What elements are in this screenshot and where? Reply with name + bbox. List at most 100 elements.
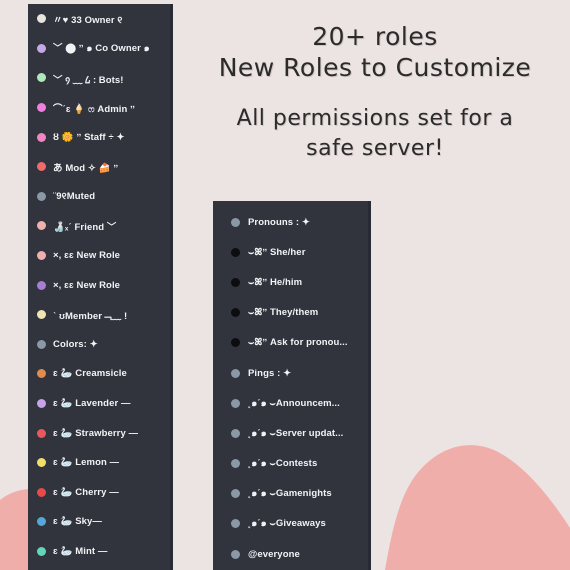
- role-color-dot-icon: [37, 310, 46, 320]
- roles-panel-right[interactable]: Pronouns : ✦ ⌣ꕤˮ She/her ⌣ꕤˮ He/him ⌣ꕤˮ The…: [213, 201, 371, 570]
- role-color-dot-icon: [231, 277, 240, 287]
- role-row[interactable]: ⌣ꕤˮ Ask for pronou...: [213, 328, 371, 358]
- role-row[interactable]: Pronouns : ✦: [213, 207, 371, 237]
- role-label: ˛๑ˊ๑ ⌣Contests: [248, 458, 318, 470]
- role-label: ɛ 🦢 Lavender —: [53, 398, 131, 410]
- role-label: ﹀ ⬤ ˮ ๑ Co Owner ๑: [53, 43, 150, 55]
- headline-line-3: All permissions set for a: [236, 106, 514, 131]
- role-color-dot-icon: [231, 428, 240, 438]
- role-color-dot-icon: [231, 217, 240, 227]
- role-row[interactable]: ﹀ ᠀ ﹏ ᠘ : Bots!: [28, 63, 173, 93]
- role-label: ˋ ʊMember﹁﹏ !: [53, 310, 128, 322]
- headline-spacer: [186, 84, 564, 104]
- wave-left: [0, 489, 28, 570]
- role-color-dot-icon: [231, 519, 240, 529]
- role-label: ¨9୧Muted: [53, 190, 96, 202]
- role-row[interactable]: ɛ 🦢 Strawberry —: [28, 418, 173, 448]
- role-color-dot-icon: [231, 549, 240, 559]
- role-color-dot-icon: [231, 338, 240, 348]
- role-label: @everyone: [248, 548, 300, 560]
- role-row[interactable]: ɛ 🦢 Creamsicle: [28, 359, 173, 389]
- role-label: ˛๑ˊ๑ ⌣Gamenights: [248, 488, 332, 500]
- role-row[interactable]: ɛ 🦢 Sky—: [28, 507, 173, 537]
- role-label: ⌒ˊɛ 🍦 ෆ Admin ˮ: [53, 103, 136, 115]
- role-row[interactable]: ⌒ˊɛ 🍦 ෆ Admin ˮ: [28, 93, 173, 123]
- role-label: ×, ɛɛ New Role: [53, 279, 121, 291]
- panel-scrollbar-right[interactable]: [368, 201, 371, 570]
- role-label: ⌣ꕤˮ They/them: [248, 307, 319, 319]
- role-label: ɛ 🦢 Creamsicle: [53, 368, 127, 380]
- role-label: ˛๑ˊ๑ ⌣Giveaways: [248, 518, 326, 530]
- role-color-dot-icon: [37, 428, 46, 438]
- role-color-dot-icon: [231, 308, 240, 318]
- roles-list-right-rows: Pronouns : ✦ ⌣ꕤˮ She/her ⌣ꕤˮ He/him ⌣ꕤˮ The…: [213, 207, 371, 569]
- headline: 20+ roles New Roles to Customize All per…: [186, 22, 564, 164]
- role-label: 🍶ₓˊ Friend ﹀: [53, 221, 117, 233]
- roles-list-left-rows: 〃♥ 33 Owner ୧ ﹀ ⬤ ˮ ๑ Co Owner ๑ ﹀ ᠀ ﹏ ᠘ :…: [28, 4, 173, 570]
- role-row[interactable]: Pings : ✦: [213, 358, 371, 388]
- role-label: ﹀ ᠀ ﹏ ᠘ : Bots!: [53, 75, 124, 87]
- role-color-dot-icon: [37, 221, 46, 231]
- panel-scrollbar-left[interactable]: [170, 4, 173, 570]
- roles-panel-left[interactable]: 〃♥ 33 Owner ୧ ﹀ ⬤ ˮ ๑ Co Owner ๑ ﹀ ᠀ ﹏ ᠘ :…: [28, 4, 173, 570]
- role-color-dot-icon: [231, 459, 240, 469]
- role-label: ×, ɛɛ New Role: [53, 250, 121, 262]
- role-row[interactable]: Colors: ✦: [28, 330, 173, 360]
- role-label: 〃♥ 33 Owner ୧: [53, 14, 123, 26]
- role-color-dot-icon: [231, 368, 240, 378]
- role-row[interactable]: ×, ɛɛ New Role: [28, 270, 173, 300]
- role-label: ɛ 🦢 Strawberry —: [53, 427, 139, 439]
- role-color-dot-icon: [37, 132, 46, 142]
- role-row[interactable]: ɛ 🦢 Lavender —: [28, 389, 173, 419]
- role-label: Colors: ✦: [53, 338, 98, 350]
- role-row[interactable]: @everyone: [213, 539, 371, 569]
- role-color-dot-icon: [37, 546, 46, 556]
- role-row[interactable]: ˛๑ˊ๑ ⌣Server updat...: [213, 418, 371, 448]
- role-color-dot-icon: [37, 280, 46, 290]
- role-label: ˛๑ˊ๑ ⌣Announcem...: [248, 397, 340, 409]
- role-color-dot-icon: [37, 339, 46, 349]
- role-row[interactable]: ⌣ꕤˮ She/her: [213, 237, 371, 267]
- role-row[interactable]: ˋ ʊMember﹁﹏ !: [28, 300, 173, 330]
- role-label: Pronouns : ✦: [248, 216, 310, 228]
- role-color-dot-icon: [37, 191, 46, 201]
- role-label: ɛ 🦢 Sky—: [53, 516, 103, 528]
- headline-line-4: safe server!: [306, 136, 444, 161]
- role-row[interactable]: ȣ 🌼 ˮ Staff ÷ ✦: [28, 122, 173, 152]
- role-color-dot-icon: [37, 73, 46, 83]
- headline-line-1: 20+ roles: [312, 22, 438, 51]
- role-color-dot-icon: [37, 517, 46, 527]
- role-label: あ Mod ✧ 🍰 ˮ: [53, 162, 119, 174]
- role-row[interactable]: ﹀ ⬤ ˮ ๑ Co Owner ๑: [28, 34, 173, 64]
- role-label: ȣ 🌼 ˮ Staff ÷ ✦: [53, 131, 125, 143]
- role-row[interactable]: ⌣ꕤˮ He/him: [213, 267, 371, 297]
- role-color-dot-icon: [37, 251, 46, 261]
- role-label: ɛ 🦢 Lemon —: [53, 457, 120, 469]
- role-row[interactable]: ˛๑ˊ๑ ⌣Announcem...: [213, 388, 371, 418]
- role-color-dot-icon: [37, 162, 46, 172]
- role-row[interactable]: ɛ 🦢 Lemon —: [28, 448, 173, 478]
- role-color-dot-icon: [37, 458, 46, 468]
- role-row[interactable]: 〃♥ 33 Owner ୧: [28, 4, 173, 34]
- role-label: ɛ 🦢 Cherry —: [53, 486, 119, 498]
- role-row[interactable]: 🍶ₓˊ Friend ﹀: [28, 211, 173, 241]
- role-color-dot-icon: [37, 14, 46, 24]
- role-color-dot-icon: [37, 43, 46, 53]
- role-row[interactable]: あ Mod ✧ 🍰 ˮ: [28, 152, 173, 182]
- role-row[interactable]: ɛ 🦢 Cherry —: [28, 478, 173, 508]
- role-label: ⌣ꕤˮ Ask for pronou...: [248, 337, 348, 349]
- role-row[interactable]: ˛๑ˊ๑ ⌣Contests: [213, 449, 371, 479]
- role-color-dot-icon: [37, 399, 46, 409]
- role-label: ⌣ꕤˮ She/her: [248, 246, 306, 258]
- role-color-dot-icon: [37, 487, 46, 497]
- role-color-dot-icon: [231, 489, 240, 499]
- role-row[interactable]: ɛ 🦢 Mint —: [28, 537, 173, 567]
- role-row[interactable]: ˛๑ˊ๑ ⌣Gamenights: [213, 479, 371, 509]
- role-row[interactable]: ⌣ꕤˮ They/them: [213, 298, 371, 328]
- role-label: Pings : ✦: [248, 367, 292, 379]
- role-row[interactable]: ×, ɛɛ New Role: [28, 241, 173, 271]
- role-row[interactable]: ¨9୧Muted: [28, 182, 173, 212]
- role-row[interactable]: ɛ 🌷 Blossom —: [28, 566, 173, 570]
- role-label: ˛๑ˊ๑ ⌣Server updat...: [248, 427, 344, 439]
- role-row[interactable]: ˛๑ˊ๑ ⌣Giveaways: [213, 509, 371, 539]
